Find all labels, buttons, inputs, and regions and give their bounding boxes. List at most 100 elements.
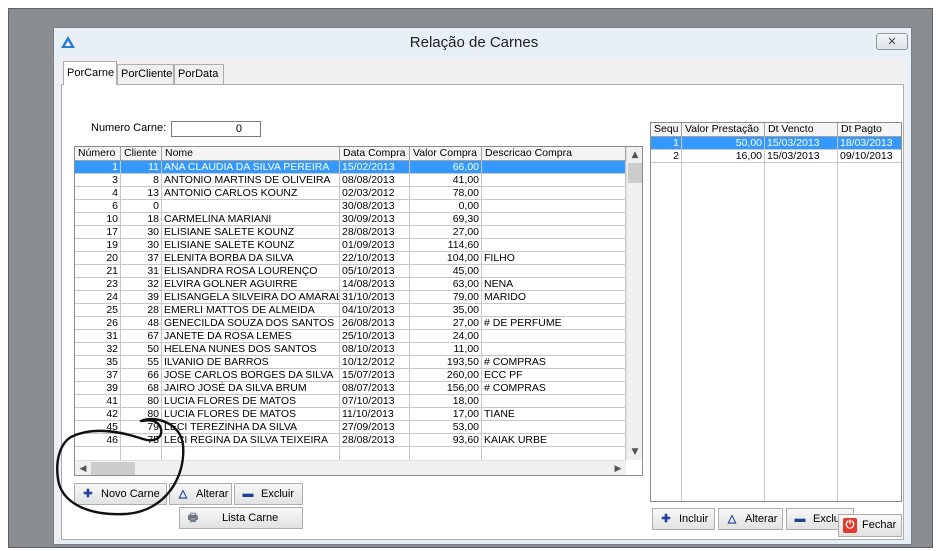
cell-nome: HELENA NUNES DOS SANTOS — [162, 343, 340, 356]
table-row[interactable]: 21 31 ELISANDRA ROSA LOURENÇO 05/10/2013 45,… — [75, 265, 626, 278]
cell-valor: 93,60 — [410, 434, 482, 447]
cell-data: 30/09/2013 — [340, 213, 410, 226]
cell-valor: 78,00 — [410, 187, 482, 200]
cell-numero: 3 — [75, 174, 121, 187]
table-row[interactable]: 1 11 ANA CLAUDIA DA SILVA PEREIRA 15/02/201… — [75, 161, 626, 174]
cell-nome: ELISIANE SALETE KOUNZ — [162, 226, 340, 239]
cell-valor: 41,00 — [410, 174, 482, 187]
numero-carne-label: Numero Carne: — [91, 122, 167, 134]
cell-valor: 66,00 — [410, 161, 482, 174]
scroll-down-icon[interactable]: ▼ — [627, 444, 642, 460]
cell-valor: 11,00 — [410, 343, 482, 356]
cell-data: 28/08/2013 — [340, 226, 410, 239]
column-header[interactable]: Nome — [162, 147, 340, 161]
cell-nome: JAIRO JOSÉ DA SILVA BRUM — [162, 382, 340, 395]
plus-icon: ✚ — [661, 513, 671, 525]
cell-data: 15/02/2013 — [340, 161, 410, 174]
column-header[interactable]: Cliente — [121, 147, 162, 161]
cell-cliente: 18 — [121, 213, 162, 226]
tab-por-cliente[interactable]: PorCliente — [117, 64, 174, 84]
table-row[interactable]: 37 66 JOSE CARLOS BORGES DA SILVA 15/07/201… — [75, 369, 626, 382]
cell-numero: 26 — [75, 317, 121, 330]
grid-line — [901, 163, 902, 502]
cell-data: 04/10/2013 — [340, 304, 410, 317]
table-row[interactable]: 10 18 CARMELINA MARIANI 30/09/2013 69,30 — [75, 213, 626, 226]
cell-cliente: 55 — [121, 356, 162, 369]
alterar-parcela-button[interactable]: △ Alterar — [718, 508, 783, 530]
column-header[interactable]: Descricao Compra — [482, 147, 626, 161]
cell-descricao: TIANE — [482, 408, 626, 421]
column-header[interactable]: Valor Prestação — [682, 123, 765, 137]
cell-data: 10/12/2012 — [340, 356, 410, 369]
column-header[interactable]: Dt Vencto — [765, 123, 838, 137]
cell-numero: 32 — [75, 343, 121, 356]
table-row[interactable]: 41 80 LUCIA FLORES DE MATOS 07/10/2013 18,00 — [75, 395, 626, 408]
cell-descricao — [482, 421, 626, 434]
cell-numero: 37 — [75, 369, 121, 382]
cell-cliente: 50 — [121, 343, 162, 356]
cell-cliente: 28 — [121, 304, 162, 317]
cell-data: 22/10/2013 — [340, 252, 410, 265]
table-row[interactable]: 39 68 JAIRO JOSÉ DA SILVA BRUM 08/07/2013 15… — [75, 382, 626, 395]
cell-descricao: # DE PERFUME — [482, 317, 626, 330]
tab-por-carne[interactable]: PorCarne — [63, 61, 117, 85]
table-row[interactable]: 25 28 EMERLI MATTOS DE ALMEIDA 04/10/2013 35… — [75, 304, 626, 317]
cell-nome — [162, 200, 340, 213]
cell-valor: 27,00 — [410, 226, 482, 239]
cell-data: 08/07/2013 — [340, 382, 410, 395]
fechar-button[interactable]: ⏻ Fechar — [838, 514, 902, 537]
cell-cliente: 30 — [121, 239, 162, 252]
cell-data: 27/09/2013 — [340, 421, 410, 434]
table-row[interactable]: 23 32 ELVIRA GOLNER AGUIRRE 14/08/2013 63,00… — [75, 278, 626, 291]
excluir-button[interactable]: ▬ Excluir — [234, 483, 303, 505]
column-header[interactable]: Sequ — [651, 123, 682, 137]
cell-valor: 50,00 — [682, 137, 765, 150]
cell-data: 08/08/2013 — [340, 174, 410, 187]
cell-seq: 2 — [651, 150, 682, 163]
cell-data: 30/08/2013 — [340, 200, 410, 213]
vertical-scrollbar[interactable]: ▲ ▼ — [626, 147, 642, 460]
cell-valor: 45,00 — [410, 265, 482, 278]
incluir-button[interactable]: ✚ Incluir — [652, 508, 715, 530]
cell-descricao — [482, 330, 626, 343]
close-button[interactable]: ✕ — [876, 33, 908, 50]
column-header[interactable]: Dt Pagto — [838, 123, 901, 137]
table-row[interactable]: 32 50 HELENA NUNES DOS SANTOS 08/10/2013 11,… — [75, 343, 626, 356]
scroll-up-icon[interactable]: ▲ — [627, 147, 642, 163]
table-row[interactable]: 31 67 JANETE DA ROSA LEMES 25/10/2013 24,00 — [75, 330, 626, 343]
cell-cliente: 30 — [121, 226, 162, 239]
table-row[interactable]: 19 30 ELISIANE SALETE KOUNZ 01/09/2013 114,6… — [75, 239, 626, 252]
table-row[interactable]: 26 48 GENECILDA SOUZA DOS SANTOS 26/08/2013… — [75, 317, 626, 330]
cell-numero: 23 — [75, 278, 121, 291]
column-header[interactable]: Valor Compra — [410, 147, 482, 161]
grid-line — [681, 163, 682, 501]
cell-valor: 79,00 — [410, 291, 482, 304]
table-row[interactable]: 2 16,00 15/03/2013 09/10/2013 — [651, 150, 901, 163]
cell-nome: LECI REGINA DA SILVA TEIXEIRA — [162, 434, 340, 447]
lista-carne-label: Lista Carne — [222, 512, 279, 524]
column-header[interactable]: Data Compra — [340, 147, 410, 161]
table-row[interactable]: 24 39 ELISANGELA SILVEIRA DO AMARAL 31/10/2… — [75, 291, 626, 304]
table-row[interactable]: 3 8 ANTONIO MARTINS DE OLIVEIRA 08/08/2013 4… — [75, 174, 626, 187]
title-bar[interactable]: Relação de Carnes ✕ — [54, 28, 911, 58]
cell-cliente: 37 — [121, 252, 162, 265]
cell-data: 01/09/2013 — [340, 239, 410, 252]
tab-por-data[interactable]: PorData — [174, 64, 224, 84]
column-header[interactable]: Número — [75, 147, 121, 161]
scroll-right-icon[interactable]: ▶ — [610, 461, 626, 475]
cell-nome: ILVANIO DE BARROS — [162, 356, 340, 369]
table-row[interactable]: 1 50,00 15/03/2013 18/03/2013 — [651, 137, 901, 150]
cell-data: 05/10/2013 — [340, 265, 410, 278]
table-row[interactable]: 4 13 ANTONIO CARLOS KOUNZ 02/03/2012 78,00 — [75, 187, 626, 200]
cell-cliente: 80 — [121, 395, 162, 408]
screen: Relação de Carnes ✕ PorCarne PorCliente … — [0, 0, 941, 551]
cell-descricao: ECC PF — [482, 369, 626, 382]
table-row[interactable]: 35 55 ILVANIO DE BARROS 10/12/2012 193,50 # C… — [75, 356, 626, 369]
lista-carne-button[interactable]: 🖶 Lista Carne — [179, 507, 303, 529]
table-row[interactable]: 17 30 ELISIANE SALETE KOUNZ 28/08/2013 27,00 — [75, 226, 626, 239]
numero-carne-input[interactable]: 0 — [171, 121, 261, 137]
vertical-scroll-thumb[interactable] — [628, 163, 642, 183]
table-row[interactable]: 6 0 30/08/2013 0,00 — [75, 200, 626, 213]
table-row[interactable]: 20 37 ELENITA BORBA DA SILVA 22/10/2013 104,… — [75, 252, 626, 265]
cell-nome: ELISIANE SALETE KOUNZ — [162, 239, 340, 252]
